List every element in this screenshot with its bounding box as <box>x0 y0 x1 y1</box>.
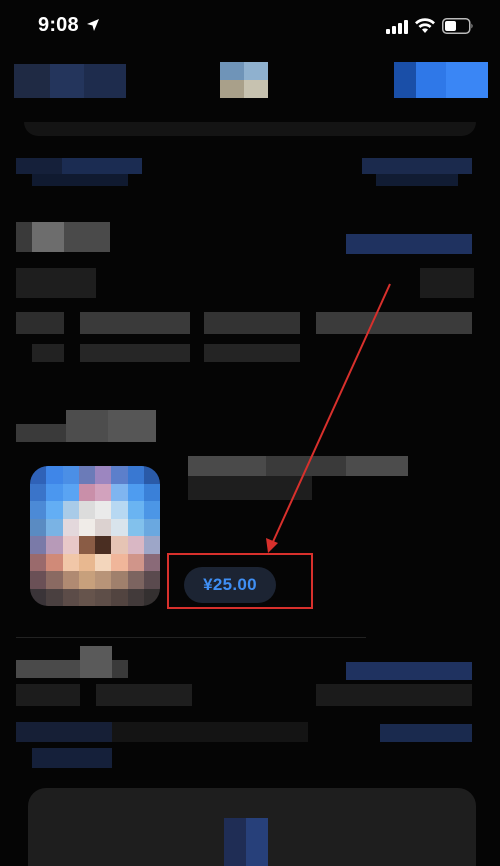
wifi-icon <box>415 18 435 33</box>
location-arrow-icon <box>87 19 99 31</box>
status-time: 9:08 <box>38 14 79 36</box>
cellular-signal-icon <box>386 20 408 34</box>
battery-icon <box>442 18 473 34</box>
app-icon[interactable] <box>30 466 160 606</box>
nav-divider <box>24 122 476 136</box>
row-divider <box>16 637 366 638</box>
screen: 9:08 ¥25.00 <box>0 0 500 866</box>
annotation-highlight-box <box>167 553 313 609</box>
status-bar: 9:08 <box>0 0 500 50</box>
